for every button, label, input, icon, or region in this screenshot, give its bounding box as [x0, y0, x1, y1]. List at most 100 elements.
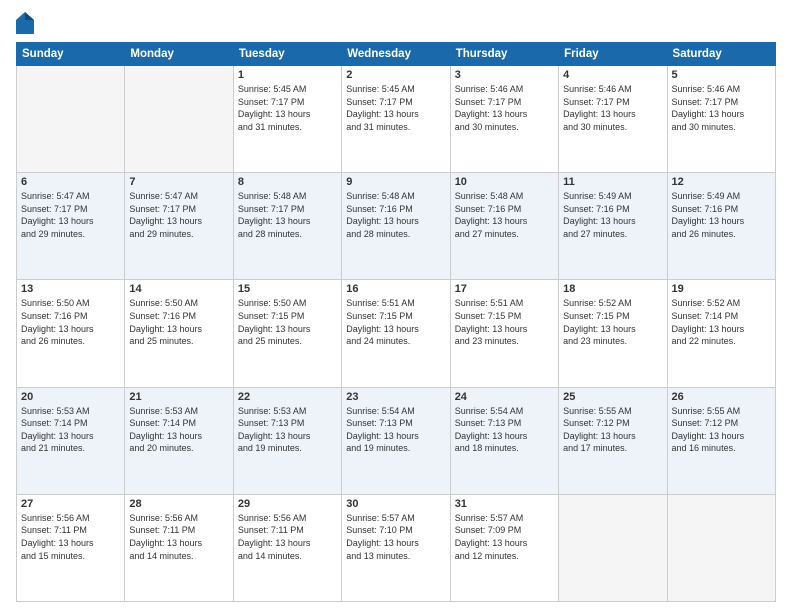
calendar-cell: 19 Sunrise: 5:52 AM Sunset: 7:14 PM Dayli… — [667, 280, 775, 387]
weekday-header: Tuesday — [233, 43, 341, 66]
calendar-cell: 27 Sunrise: 5:56 AM Sunset: 7:11 PM Dayli… — [17, 494, 125, 601]
calendar-cell: 24 Sunrise: 5:54 AM Sunset: 7:13 PM Dayli… — [450, 387, 558, 494]
calendar-cell: 16Sunrise: 5:51 AM Sunset: 7:15 PM Dayli… — [342, 280, 450, 387]
day-info: Sunrise: 5:52 AM Sunset: 7:14 PM Dayligh… — [672, 297, 771, 347]
day-number: 25 — [563, 391, 662, 403]
calendar-week-row: 20 Sunrise: 5:53 AM Sunset: 7:14 PM Dayli… — [17, 387, 776, 494]
calendar-cell: 25 Sunrise: 5:55 AM Sunset: 7:12 PM Dayli… — [559, 387, 667, 494]
day-number: 29 — [238, 498, 337, 510]
day-number: 12 — [672, 176, 771, 188]
calendar-week-row: 1 Sunrise: 5:45 AM Sunset: 7:17 PM Daylig… — [17, 66, 776, 173]
calendar-cell: 28 Sunrise: 5:56 AM Sunset: 7:11 PM Dayli… — [125, 494, 233, 601]
logo — [16, 12, 36, 34]
calendar-cell: 7 Sunrise: 5:47 AM Sunset: 7:17 PM Daylig… — [125, 173, 233, 280]
day-info: Sunrise: 5:53 AM Sunset: 7:14 PM Dayligh… — [21, 405, 120, 455]
calendar-cell: 31Sunrise: 5:57 AM Sunset: 7:09 PM Dayli… — [450, 494, 558, 601]
day-number: 14 — [129, 283, 228, 295]
calendar-cell: 8 Sunrise: 5:48 AM Sunset: 7:17 PM Daylig… — [233, 173, 341, 280]
day-info: Sunrise: 5:56 AM Sunset: 7:11 PM Dayligh… — [129, 512, 228, 562]
day-info: Sunrise: 5:54 AM Sunset: 7:13 PM Dayligh… — [455, 405, 554, 455]
day-number: 9 — [346, 176, 445, 188]
day-number: 19 — [672, 283, 771, 295]
day-info: Sunrise: 5:49 AM Sunset: 7:16 PM Dayligh… — [672, 190, 771, 240]
calendar-cell: 22 Sunrise: 5:53 AM Sunset: 7:13 PM Dayli… — [233, 387, 341, 494]
day-info: Sunrise: 5:46 AM Sunset: 7:17 PM Dayligh… — [672, 83, 771, 133]
day-info: Sunrise: 5:48 AM Sunset: 7:17 PM Dayligh… — [238, 190, 337, 240]
day-info: Sunrise: 5:46 AM Sunset: 7:17 PM Dayligh… — [455, 83, 554, 133]
calendar-cell: 26 Sunrise: 5:55 AM Sunset: 7:12 PM Dayli… — [667, 387, 775, 494]
calendar-cell — [559, 494, 667, 601]
calendar-cell: 29 Sunrise: 5:56 AM Sunset: 7:11 PM Dayli… — [233, 494, 341, 601]
day-info: Sunrise: 5:47 AM Sunset: 7:17 PM Dayligh… — [21, 190, 120, 240]
calendar-cell: 1 Sunrise: 5:45 AM Sunset: 7:17 PM Daylig… — [233, 66, 341, 173]
day-number: 27 — [21, 498, 120, 510]
day-number: 13 — [21, 283, 120, 295]
calendar-cell — [667, 494, 775, 601]
day-info: Sunrise: 5:45 AM Sunset: 7:17 PM Dayligh… — [346, 83, 445, 133]
day-number: 2 — [346, 69, 445, 81]
calendar-cell: 30Sunrise: 5:57 AM Sunset: 7:10 PM Dayli… — [342, 494, 450, 601]
calendar-cell: 14Sunrise: 5:50 AM Sunset: 7:16 PM Dayli… — [125, 280, 233, 387]
day-info: Sunrise: 5:53 AM Sunset: 7:14 PM Dayligh… — [129, 405, 228, 455]
day-info: Sunrise: 5:51 AM Sunset: 7:15 PM Dayligh… — [346, 297, 445, 347]
calendar-cell — [17, 66, 125, 173]
day-info: Sunrise: 5:56 AM Sunset: 7:11 PM Dayligh… — [21, 512, 120, 562]
weekday-header: Friday — [559, 43, 667, 66]
day-info: Sunrise: 5:46 AM Sunset: 7:17 PM Dayligh… — [563, 83, 662, 133]
day-number: 17 — [455, 283, 554, 295]
calendar-cell: 20 Sunrise: 5:53 AM Sunset: 7:14 PM Dayli… — [17, 387, 125, 494]
day-info: Sunrise: 5:48 AM Sunset: 7:16 PM Dayligh… — [455, 190, 554, 240]
day-number: 22 — [238, 391, 337, 403]
weekday-header: Wednesday — [342, 43, 450, 66]
day-number: 1 — [238, 69, 337, 81]
day-info: Sunrise: 5:53 AM Sunset: 7:13 PM Dayligh… — [238, 405, 337, 455]
day-info: Sunrise: 5:50 AM Sunset: 7:16 PM Dayligh… — [21, 297, 120, 347]
calendar-week-row: 6Sunrise: 5:47 AM Sunset: 7:17 PM Daylig… — [17, 173, 776, 280]
day-info: Sunrise: 5:50 AM Sunset: 7:15 PM Dayligh… — [238, 297, 337, 347]
weekday-header: Saturday — [667, 43, 775, 66]
calendar-cell: 5 Sunrise: 5:46 AM Sunset: 7:17 PM Daylig… — [667, 66, 775, 173]
logo-icon — [16, 12, 34, 34]
calendar-cell: 15Sunrise: 5:50 AM Sunset: 7:15 PM Dayli… — [233, 280, 341, 387]
day-number: 24 — [455, 391, 554, 403]
calendar-week-row: 27 Sunrise: 5:56 AM Sunset: 7:11 PM Dayli… — [17, 494, 776, 601]
day-info: Sunrise: 5:57 AM Sunset: 7:10 PM Dayligh… — [346, 512, 445, 562]
day-number: 26 — [672, 391, 771, 403]
day-number: 18 — [563, 283, 662, 295]
page: SundayMondayTuesdayWednesdayThursdayFrid… — [0, 0, 792, 612]
day-number: 31 — [455, 498, 554, 510]
calendar-header-row: SundayMondayTuesdayWednesdayThursdayFrid… — [17, 43, 776, 66]
weekday-header: Sunday — [17, 43, 125, 66]
calendar-cell: 2 Sunrise: 5:45 AM Sunset: 7:17 PM Daylig… — [342, 66, 450, 173]
calendar-cell: 9 Sunrise: 5:48 AM Sunset: 7:16 PM Daylig… — [342, 173, 450, 280]
calendar-cell: 11Sunrise: 5:49 AM Sunset: 7:16 PM Dayli… — [559, 173, 667, 280]
day-number: 28 — [129, 498, 228, 510]
day-number: 20 — [21, 391, 120, 403]
calendar-table: SundayMondayTuesdayWednesdayThursdayFrid… — [16, 42, 776, 602]
calendar-cell: 18Sunrise: 5:52 AM Sunset: 7:15 PM Dayli… — [559, 280, 667, 387]
day-info: Sunrise: 5:45 AM Sunset: 7:17 PM Dayligh… — [238, 83, 337, 133]
calendar-cell: 10 Sunrise: 5:48 AM Sunset: 7:16 PM Dayli… — [450, 173, 558, 280]
calendar-cell: 4 Sunrise: 5:46 AM Sunset: 7:17 PM Daylig… — [559, 66, 667, 173]
day-info: Sunrise: 5:55 AM Sunset: 7:12 PM Dayligh… — [672, 405, 771, 455]
day-info: Sunrise: 5:56 AM Sunset: 7:11 PM Dayligh… — [238, 512, 337, 562]
day-info: Sunrise: 5:47 AM Sunset: 7:17 PM Dayligh… — [129, 190, 228, 240]
calendar-cell: 3Sunrise: 5:46 AM Sunset: 7:17 PM Daylig… — [450, 66, 558, 173]
day-number: 8 — [238, 176, 337, 188]
calendar-cell: 6Sunrise: 5:47 AM Sunset: 7:17 PM Daylig… — [17, 173, 125, 280]
day-number: 4 — [563, 69, 662, 81]
day-info: Sunrise: 5:54 AM Sunset: 7:13 PM Dayligh… — [346, 405, 445, 455]
day-number: 10 — [455, 176, 554, 188]
day-info: Sunrise: 5:51 AM Sunset: 7:15 PM Dayligh… — [455, 297, 554, 347]
calendar-cell: 13 Sunrise: 5:50 AM Sunset: 7:16 PM Dayli… — [17, 280, 125, 387]
calendar-week-row: 13 Sunrise: 5:50 AM Sunset: 7:16 PM Dayli… — [17, 280, 776, 387]
day-info: Sunrise: 5:48 AM Sunset: 7:16 PM Dayligh… — [346, 190, 445, 240]
day-number: 23 — [346, 391, 445, 403]
day-number: 7 — [129, 176, 228, 188]
day-info: Sunrise: 5:55 AM Sunset: 7:12 PM Dayligh… — [563, 405, 662, 455]
calendar-cell: 21 Sunrise: 5:53 AM Sunset: 7:14 PM Dayli… — [125, 387, 233, 494]
weekday-header: Thursday — [450, 43, 558, 66]
day-number: 21 — [129, 391, 228, 403]
calendar-cell: 17 Sunrise: 5:51 AM Sunset: 7:15 PM Dayli… — [450, 280, 558, 387]
day-number: 5 — [672, 69, 771, 81]
